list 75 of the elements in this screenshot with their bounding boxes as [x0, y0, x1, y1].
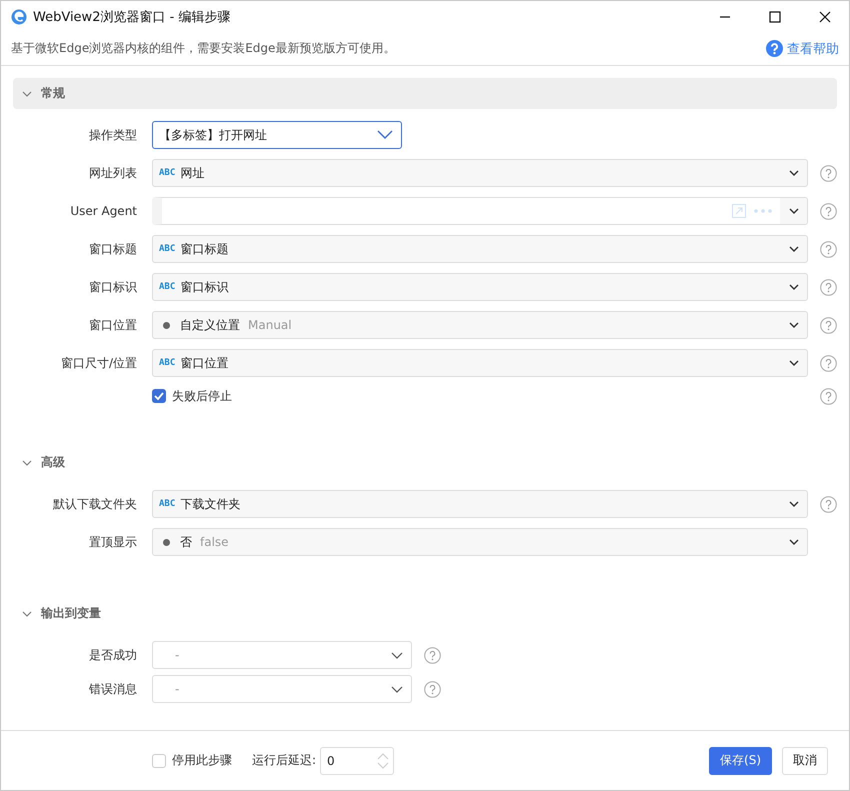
description-text: 基于微软Edge浏览器内核的组件，需要安装Edge最新预览版方可使用。 — [11, 40, 396, 57]
type-tag: ABC — [159, 499, 176, 509]
help-icon[interactable] — [820, 202, 837, 220]
help-icon[interactable] — [820, 354, 837, 372]
chevron-down-icon[interactable] — [789, 322, 799, 328]
help-icon[interactable] — [820, 316, 837, 334]
field-value: 否 — [180, 534, 192, 550]
field-label: 是否成功 — [88, 646, 138, 664]
disable-step-checkbox[interactable]: 停用此步骤 — [152, 752, 232, 769]
field-label: 窗口位置 — [88, 316, 138, 334]
help-link[interactable]: 查看帮助 — [766, 40, 839, 58]
help-icon[interactable] — [820, 278, 837, 296]
chevron-down-icon[interactable] — [789, 284, 799, 290]
chevron-down-icon[interactable] — [789, 501, 799, 507]
dropdown-field[interactable]: ABC 网址 — [152, 159, 808, 187]
field-value: 网址 — [180, 164, 204, 182]
field-value: 窗口位置 — [180, 354, 228, 372]
close-icon[interactable] — [819, 10, 831, 22]
user-agent-field[interactable] — [152, 197, 808, 225]
chevron-down-icon[interactable] — [788, 208, 798, 214]
dropdown-field[interactable]: 否 false — [152, 528, 808, 556]
chevron-down-icon[interactable] — [789, 246, 799, 252]
field-value: 自定义位置 — [180, 316, 240, 334]
field-label: 网址列表 — [88, 164, 138, 182]
value-hint: Manual — [248, 318, 292, 332]
value-hint: false — [200, 535, 229, 549]
chevron-down-icon[interactable] — [391, 686, 403, 692]
field-label: 窗口标题 — [88, 240, 138, 258]
help-icon[interactable] — [820, 164, 837, 182]
field-value: 窗口标识 — [180, 278, 228, 296]
section-header[interactable]: 输出到变量 — [13, 598, 837, 629]
dot-icon — [163, 538, 170, 546]
type-tag: ABC — [159, 244, 176, 254]
field-value: - — [175, 648, 180, 662]
cancel-button[interactable]: 取消 — [782, 746, 828, 774]
app-logo-icon — [11, 8, 27, 24]
field-label: 窗口标识 — [88, 278, 138, 296]
chevron-down-icon[interactable] — [789, 170, 799, 176]
field-label: User Agent — [69, 204, 138, 218]
field-label: 默认下载文件夹 — [52, 496, 138, 512]
field-value: - — [175, 682, 180, 696]
dropdown-field[interactable]: 自定义位置 Manual — [152, 311, 808, 339]
field-label: 操作类型 — [88, 126, 138, 144]
help-icon[interactable] — [820, 496, 837, 512]
type-tag: ABC — [159, 168, 176, 178]
section-header[interactable]: 常规 — [13, 78, 837, 109]
field-label: 错误消息 — [88, 680, 138, 698]
dropdown-field[interactable]: ABC 下载文件夹 — [152, 490, 808, 518]
delay-input[interactable]: 0 — [320, 746, 394, 774]
field-label: 置顶显示 — [88, 534, 138, 550]
help-icon[interactable] — [424, 646, 441, 664]
dropdown-field[interactable]: ABC 窗口位置 — [152, 349, 808, 377]
maximize-icon[interactable] — [769, 10, 781, 22]
check-icon — [153, 390, 165, 402]
field-value: 下载文件夹 — [180, 496, 240, 512]
window-title: WebView2浏览器窗口 - 编辑步骤 — [33, 8, 230, 26]
dot-icon — [163, 322, 170, 328]
help-icon[interactable] — [766, 40, 783, 57]
chevron-down-icon[interactable] — [789, 539, 799, 545]
type-tag: ABC — [159, 282, 176, 292]
field-label: 窗口尺寸/位置 — [60, 354, 138, 372]
stop-on-failure-checkbox[interactable]: 失败后停止 — [152, 388, 232, 404]
dropdown-field[interactable]: ABC 窗口标题 — [152, 235, 808, 263]
section-header[interactable]: 高级 — [13, 447, 837, 478]
save-button[interactable]: 保存(S) — [709, 746, 772, 774]
help-icon[interactable] — [820, 388, 837, 404]
delay-label: 运行后延迟: — [252, 752, 316, 769]
help-icon[interactable] — [424, 680, 441, 698]
operation-type-dropdown[interactable]: 【多标签】打开网址 — [152, 121, 402, 149]
chevron-down-icon[interactable] — [391, 652, 403, 658]
field-value: 窗口标题 — [180, 240, 228, 258]
dropdown-field[interactable]: ABC 窗口标识 — [152, 273, 808, 301]
help-icon[interactable] — [820, 240, 837, 258]
type-tag: ABC — [159, 358, 176, 368]
chevron-down-icon[interactable] — [789, 360, 799, 366]
